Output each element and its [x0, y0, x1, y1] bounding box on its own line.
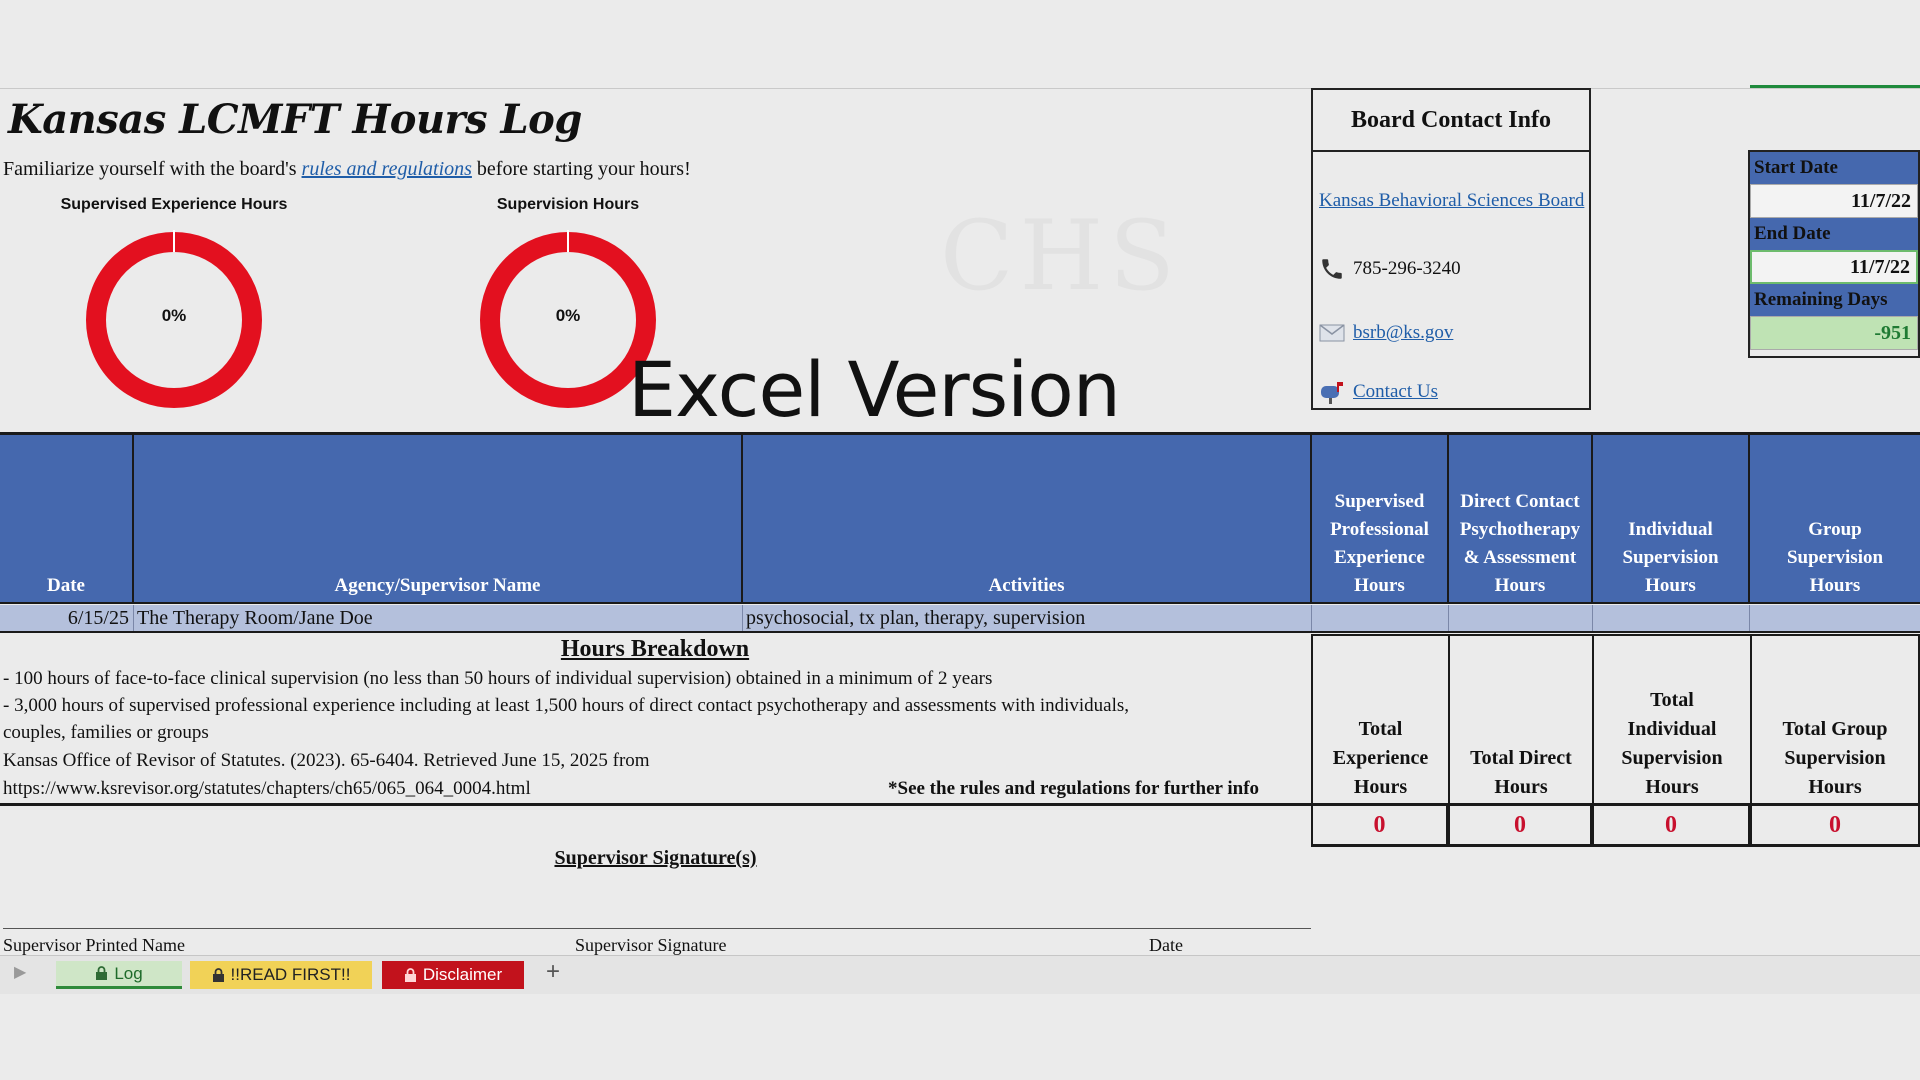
end-date-label: End Date: [1750, 218, 1918, 250]
totals-values-row: 0 0 0 0: [1311, 806, 1920, 847]
row-individual-hours[interactable]: [1593, 605, 1750, 631]
header-experience-hours[interactable]: Supervised Professional Experience Hours: [1312, 435, 1449, 602]
page-title: Kansas LCMFT Hours Log: [8, 96, 582, 143]
board-link-row: Kansas Behavioral Sciences Board: [1319, 190, 1584, 212]
lock-icon: [404, 967, 416, 982]
total-direct-label: Total Direct Hours: [1448, 636, 1592, 806]
board-contact-box: Board Contact Info Kansas Behavioral Sci…: [1311, 88, 1591, 410]
selection-accent: [1750, 85, 1920, 88]
row-date[interactable]: 6/15/25: [0, 605, 134, 631]
tab-log-label: Log: [114, 963, 143, 983]
header-individual-hours[interactable]: Individual Supervision Hours: [1593, 435, 1750, 602]
row-activities[interactable]: psychosocial, tx plan, therapy, supervis…: [743, 605, 1312, 631]
contact-us-link[interactable]: Contact Us: [1353, 381, 1438, 403]
row-direct-hours[interactable]: [1449, 605, 1593, 631]
breakdown-note: *See the rules and regulations for furth…: [888, 778, 1260, 799]
tab-read-first-label: !!READ FIRST!!: [230, 965, 351, 984]
sheet-tab-bar: ▶ Log !!READ FIRST!! Disclaimer +: [0, 955, 1920, 995]
header-activities[interactable]: Activities: [743, 435, 1312, 602]
breakdown-line: - 100 hours of face-to-face clinical sup…: [3, 668, 993, 689]
remaining-days-cell[interactable]: -951: [1750, 316, 1918, 350]
log-table-header: Date Agency/Supervisor Name Activities S…: [0, 432, 1920, 604]
breakdown-divider: [0, 803, 1311, 806]
end-date-cell[interactable]: 11/7/22: [1750, 250, 1918, 284]
phone-number: 785-296-3240: [1353, 258, 1461, 279]
breakdown-line: https://www.ksrevisor.org/statutes/chapt…: [3, 778, 531, 799]
total-group-label: Total Group Supervision Hours: [1750, 636, 1920, 806]
remaining-days-label: Remaining Days: [1750, 284, 1918, 316]
top-band: [0, 0, 1920, 89]
phone-row: 785-296-3240: [1319, 256, 1461, 282]
board-link[interactable]: Kansas Behavioral Sciences Board: [1319, 190, 1584, 212]
table-row: 6/15/25 The Therapy Room/Jane Doe psycho…: [0, 605, 1920, 633]
row-agency[interactable]: The Therapy Room/Jane Doe: [134, 605, 743, 631]
play-icon[interactable]: ▶: [14, 962, 26, 982]
email-row: bsrb@ks.gov: [1319, 322, 1453, 344]
tab-disclaimer-label: Disclaimer: [422, 965, 503, 984]
row-group-hours[interactable]: [1750, 605, 1920, 631]
supervisor-signature-title: Supervisor Signature(s): [554, 847, 757, 869]
add-sheet-button[interactable]: +: [546, 958, 560, 986]
header-group-hours[interactable]: Group Supervision Hours: [1750, 435, 1920, 602]
contact-heading: Board Contact Info: [1313, 90, 1589, 152]
intro-after: before starting your hours!: [471, 158, 691, 180]
lock-icon: [212, 967, 224, 982]
excel-version-caption: Excel Version: [628, 345, 1121, 434]
total-individual-label: Total Individual Supervision Hours: [1592, 636, 1750, 806]
gauge-value-supervision: 0%: [555, 306, 581, 325]
email-link[interactable]: bsrb@ks.gov: [1353, 322, 1453, 344]
printed-name-label: Supervisor Printed Name: [3, 935, 185, 955]
header-date[interactable]: Date: [0, 435, 134, 602]
start-date-label: Start Date: [1750, 152, 1918, 184]
start-date-cell[interactable]: 11/7/22: [1750, 184, 1918, 218]
tab-log[interactable]: Log: [56, 961, 182, 989]
total-direct-value[interactable]: 0: [1448, 806, 1592, 844]
total-individual-value[interactable]: 0: [1592, 806, 1750, 844]
gauge-value-experience: 0%: [161, 306, 187, 325]
signature-date-label: Date: [1149, 935, 1183, 955]
bottom-band: [0, 994, 1920, 1080]
total-experience-value[interactable]: 0: [1311, 806, 1448, 844]
breakdown-line: couples, families or groups: [3, 722, 209, 743]
hours-breakdown-title: Hours Breakdown: [560, 636, 750, 662]
lock-icon: [96, 966, 108, 980]
gauge-label-supervision: Supervision Hours: [496, 196, 640, 213]
date-panel: Start Date 11/7/22 End Date 11/7/22 Rema…: [1748, 150, 1920, 358]
signature-label: Supervisor Signature: [575, 935, 727, 955]
mailbox-icon: [1321, 382, 1343, 404]
watermark-text: CHS: [940, 200, 1181, 312]
total-experience-label: Total Experience Hours: [1311, 636, 1448, 806]
tab-read-first[interactable]: !!READ FIRST!!: [190, 961, 372, 989]
intro-before: Familiarize yourself with the board's: [3, 158, 302, 180]
breakdown-line: - 3,000 hours of supervised professional…: [3, 695, 1130, 716]
header-direct-hours[interactable]: Direct Contact Psychotherapy & Assessmen…: [1449, 435, 1593, 602]
total-group-value[interactable]: 0: [1750, 806, 1920, 844]
contact-us-row: Contact Us: [1319, 380, 1438, 404]
row-experience-hours[interactable]: [1312, 605, 1449, 631]
rules-link[interactable]: rules and regulations: [302, 158, 472, 180]
header-agency[interactable]: Agency/Supervisor Name: [134, 435, 743, 602]
signature-line: [3, 928, 1311, 929]
totals-area: Total Experience Hours Total Direct Hour…: [1311, 634, 1920, 808]
envelope-icon: [1319, 324, 1345, 342]
intro-text: Familiarize yourself with the board's ru…: [3, 158, 691, 181]
tab-disclaimer[interactable]: Disclaimer: [382, 961, 524, 989]
phone-icon: [1322, 259, 1342, 279]
breakdown-line: Kansas Office of Revisor of Statutes. (2…: [3, 750, 650, 771]
gauge-label-experience: Supervised Experience Hours: [60, 196, 288, 213]
